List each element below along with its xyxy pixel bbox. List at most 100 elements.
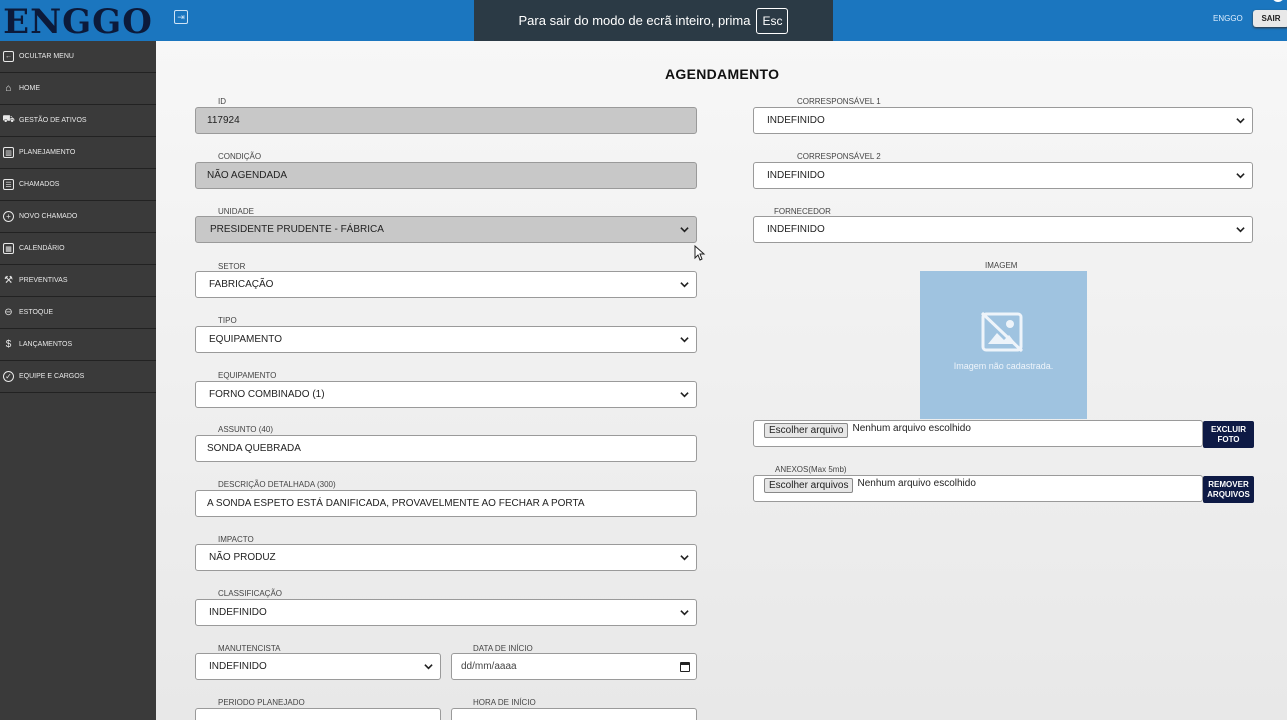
periodo-planejado-input[interactable] [195,708,441,720]
sidebar-item-lancamentos[interactable]: $ LANÇAMENTOS [0,329,156,361]
image-placeholder-text: Imagem não cadastrada. [953,361,1054,371]
chevron-down-icon [680,337,689,343]
image-file-status: Nenhum arquivo escolhido [852,423,971,434]
fornecedor-select[interactable]: INDEFINIDO [753,216,1253,243]
id-label: ID [218,97,226,106]
equipamento-label: EQUIPAMENTO [218,371,277,380]
impacto-label: IMPACTO [218,535,254,544]
sidebar-item-home[interactable]: ⌂ HOME [0,73,156,105]
top-bar: ENGGO ⇥ Para sair do modo de ecrã inteir… [0,0,1287,41]
sidebar: ← OCULTAR MENU ⌂ HOME ⛟ GESTÃO DE ATIVOS… [0,41,156,720]
data-inicio-label: DATA DE INÍCIO [473,644,533,653]
sidebar-item-gestao-de-ativos[interactable]: ⛟ GESTÃO DE ATIVOS [0,105,156,137]
assunto-input[interactable]: SONDA QUEBRADA [195,435,697,462]
condicao-label: CONDIÇÃO [218,152,262,161]
corresponsavel1-value: INDEFINIDO [767,115,825,126]
attachments-file-input[interactable]: Escolher arquivos Nenhum arquivo escolhi… [753,475,1203,502]
fornecedor-value: INDEFINIDO [767,224,825,235]
imagem-label: IMAGEM [985,261,1018,270]
manutencista-value: INDEFINIDO [209,661,267,672]
sidebar-item-calendario[interactable]: ▦ CALENDÁRIO [0,233,156,265]
app-logo[interactable]: ENGGO [0,0,156,41]
sidebar-item-label: CALENDÁRIO [19,245,65,252]
sidebar-item-ocultar-menu[interactable]: ← OCULTAR MENU [0,41,156,73]
delete-photo-button[interactable]: EXCLUIR FOTO [1203,421,1254,448]
descricao-textarea[interactable]: A SONDA ESPETO ESTÁ DANIFICADA, PROVAVEL… [195,490,697,517]
sidebar-item-novo-chamado[interactable]: + NOVO CHAMADO [0,201,156,233]
anexos-label: ANEXOS(Max 5mb) [775,465,847,474]
sidebar-item-label: NOVO CHAMADO [19,213,78,220]
calendar-icon[interactable] [680,662,690,672]
sidebar-item-chamados[interactable]: ☰ CHAMADOS [0,169,156,201]
sidebar-item-label: EQUIPE E CARGOS [19,373,85,380]
calendar-icon: ▦ [3,243,14,254]
classificacao-value: INDEFINIDO [209,607,267,618]
mouse-cursor-icon [694,245,706,261]
expand-icon[interactable]: ⇥ [174,10,188,24]
image-file-input[interactable]: Escolher arquivo Nenhum arquivo escolhid… [753,420,1203,447]
sidebar-item-equipe-e-cargos[interactable]: ✓ EQUIPE E CARGOS [0,361,156,393]
fornecedor-label: FORNECEDOR [774,207,831,216]
tipo-select[interactable]: EQUIPAMENTO [195,326,697,353]
choose-image-button[interactable]: Escolher arquivo [764,423,849,438]
sidebar-item-estoque[interactable]: ⊖ ESTOQUE [0,297,156,329]
sidebar-item-label: PLANEJAMENTO [19,149,76,156]
setor-select[interactable]: FABRICAÇÃO [195,271,697,298]
image-preview: Imagem não cadastrada. [920,271,1087,419]
classificacao-label: CLASSIFICAÇÃO [218,589,283,598]
chevron-down-icon [680,392,689,398]
fullscreen-banner: Para sair do modo de ecrã inteiro, prima… [474,0,833,41]
condicao-field: NÃO AGENDADA [195,162,697,189]
impacto-select[interactable]: NÃO PRODUZ [195,544,697,571]
chevron-down-icon [680,610,689,616]
chevron-down-icon [1236,118,1245,124]
chevron-down-icon [1236,173,1245,179]
list-icon: ☰ [3,179,14,190]
corresponsavel2-label: CORRESPONSÁVEL 2 [797,152,881,161]
sidebar-item-label: ESTOQUE [19,309,54,316]
sidebar-item-label: CHAMADOS [19,181,60,188]
hora-inicio-input[interactable] [451,708,697,720]
remove-files-button[interactable]: REMOVER ARQUIVOS [1203,476,1254,503]
choose-files-button[interactable]: Escolher arquivos [764,478,854,493]
chevron-down-icon [680,555,689,561]
plus-circle-icon: + [3,211,14,222]
periodo-planejado-label: PERIODO PLANEJADO [218,698,305,707]
main-content: AGENDAMENTO ID 117924 CONDIÇÃO NÃO AGEND… [156,41,1287,720]
impacto-value: NÃO PRODUZ [209,552,276,563]
no-image-icon [980,311,1024,353]
attachments-file-status: Nenhum arquivo escolhido [857,478,976,489]
columns-icon: ▥ [3,147,14,158]
corresponsavel2-select[interactable]: INDEFINIDO [753,162,1253,189]
dollar-icon: $ [5,339,12,350]
id-field: 117924 [195,107,697,134]
logout-button[interactable]: SAIR [1253,10,1287,27]
setor-label: SETOR [218,262,246,271]
unidade-select[interactable]: PRESIDENTE PRUDENTE - FÁBRICA [195,216,697,243]
setor-value: FABRICAÇÃO [209,279,274,290]
sidebar-item-label: LANÇAMENTOS [19,341,73,348]
manutencista-select[interactable]: INDEFINIDO [195,653,441,680]
sidebar-item-preventivas[interactable]: ⚒ PREVENTIVAS [0,265,156,297]
assunto-label: ASSUNTO (40) [218,425,273,434]
hora-inicio-label: HORA DE INÍCIO [473,698,536,707]
data-inicio-placeholder: dd/mm/aaaa [461,661,517,672]
classificacao-select[interactable]: INDEFINIDO [195,599,697,626]
manutencista-label: MANUTENCISTA [218,644,281,653]
shield-icon: ✓ [3,371,14,382]
collapse-icon: ← [3,51,14,62]
equipamento-select[interactable]: FORNO COMBINADO (1) [195,381,697,408]
home-icon: ⌂ [5,83,12,94]
fullscreen-banner-text: Para sair do modo de ecrã inteiro, prima [518,13,751,28]
corresponsavel2-value: INDEFINIDO [767,170,825,181]
equipamento-value: FORNO COMBINADO (1) [209,389,325,400]
sidebar-item-planejamento[interactable]: ▥ PLANEJAMENTO [0,137,156,169]
chevron-down-icon [680,282,689,288]
data-inicio-input[interactable]: dd/mm/aaaa [451,653,697,680]
basket-icon: ⊖ [4,307,13,318]
user-icon[interactable] [1272,0,1284,2]
descricao-label: DESCRIÇÃO DETALHADA (300) [218,480,336,489]
user-name: ENGGO [1213,14,1243,23]
chevron-down-icon [680,227,689,233]
corresponsavel1-select[interactable]: INDEFINIDO [753,107,1253,134]
